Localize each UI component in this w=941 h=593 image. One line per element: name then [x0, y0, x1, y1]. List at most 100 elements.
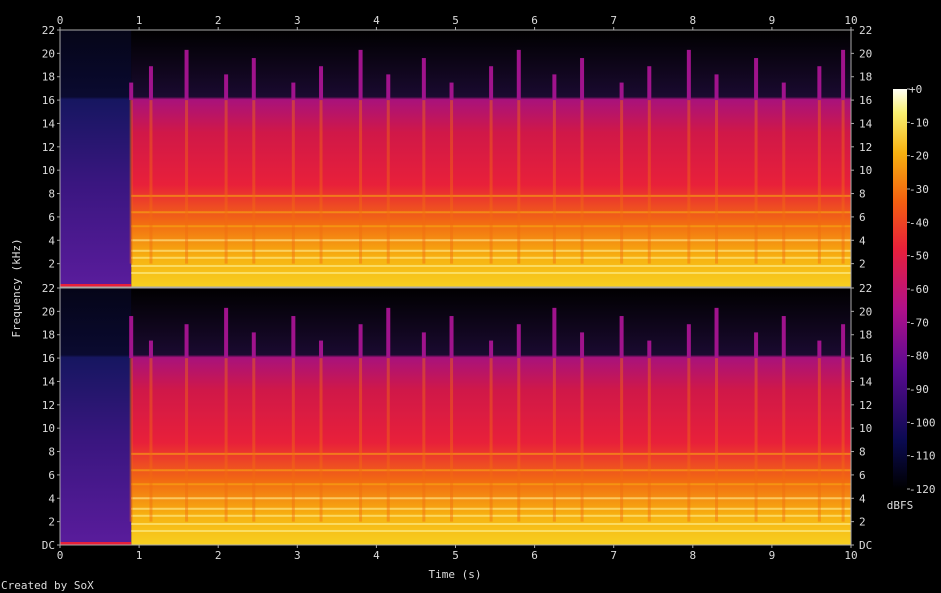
y-tick-label-left: 16	[42, 94, 55, 107]
x-axis-label: Time (s)	[429, 568, 482, 581]
transient-peak	[552, 307, 557, 359]
y-tick-label-left: 10	[42, 422, 55, 435]
transient-line	[422, 100, 426, 264]
transient-peak	[184, 49, 189, 101]
y-tick-label-left: 6	[48, 469, 55, 482]
transient-line	[291, 358, 295, 522]
transient-line	[149, 358, 153, 522]
transient-line	[450, 358, 454, 522]
transient-line	[224, 100, 228, 264]
transient-peak	[516, 49, 521, 101]
transient-line	[291, 100, 295, 264]
transient-peak	[489, 66, 494, 101]
transient-line	[252, 358, 256, 522]
spectrogram-panel-2: DC DC2 24 46 68 810 1012 1214 1416 1618 1820 2022 22	[42, 282, 873, 552]
transient-line	[817, 358, 821, 522]
y-tick-label-right: 8	[859, 446, 866, 459]
colorbar-tick-label: -50	[909, 250, 929, 263]
transient-peak	[714, 307, 719, 359]
y-tick-label-left: 8	[48, 188, 55, 201]
transient-line	[647, 100, 651, 264]
transient-line	[580, 358, 584, 522]
transient-line	[359, 100, 363, 264]
transient-line	[422, 358, 426, 522]
y-tick-label-right: 16	[859, 94, 872, 107]
x-tick-label-bottom: 0	[57, 549, 64, 562]
y-tick-label-right: 10	[859, 164, 872, 177]
y-tick-label-left: 2	[48, 516, 55, 529]
transient-line	[715, 358, 719, 522]
transient-peak	[148, 340, 153, 359]
transient-peak	[754, 332, 759, 359]
transient-peak	[449, 82, 454, 101]
transient-line	[149, 100, 153, 264]
spectrogram-silence	[60, 30, 132, 287]
colorbar-tick-label: -90	[909, 383, 929, 396]
y-tick-label-right: 6	[859, 469, 866, 482]
colorbar-tick-label: -30	[909, 183, 929, 196]
colorbar-tick-label: -60	[909, 283, 929, 296]
y-tick-label-left: 6	[48, 211, 55, 224]
x-tick-label-bottom: 9	[769, 549, 776, 562]
colorbar-label: dBFS	[887, 499, 914, 512]
x-tick-label-bottom: 2	[215, 549, 222, 562]
x-tick-label-top: 5	[452, 14, 459, 27]
transient-line	[552, 358, 556, 522]
x-tick-label-top: 7	[610, 14, 617, 27]
y-tick-label-right: 14	[859, 375, 873, 388]
x-tick-label-top: 1	[136, 14, 143, 27]
transient-line	[715, 100, 719, 264]
transient-peak	[386, 307, 391, 359]
transient-peak	[386, 74, 391, 101]
transient-line	[517, 358, 521, 522]
transient-line	[359, 358, 363, 522]
transient-line	[386, 358, 390, 522]
transient-line	[841, 358, 845, 522]
transient-peak	[251, 58, 256, 101]
colorbar-tick-label: -110	[909, 450, 936, 463]
colorbar-gradient	[893, 89, 907, 489]
y-tick-label-right: 6	[859, 211, 866, 224]
x-tick-label-top: 4	[373, 14, 380, 27]
y-tick-label-right: 16	[859, 352, 872, 365]
transient-line	[620, 358, 624, 522]
transient-peak	[714, 74, 719, 101]
transient-peak	[817, 66, 822, 101]
transient-line	[129, 100, 133, 264]
y-tick-label-right: 14	[859, 117, 873, 130]
transient-line	[580, 100, 584, 264]
transient-peak	[421, 58, 426, 101]
transient-peak	[580, 58, 585, 101]
transient-line	[817, 100, 821, 264]
transient-peak	[319, 340, 324, 359]
harmonic-band	[131, 271, 851, 274]
transient-peak	[580, 332, 585, 359]
x-tick-label-bottom: 7	[610, 549, 617, 562]
transient-line	[782, 358, 786, 522]
harmonic-band	[131, 264, 851, 267]
y-tick-label-left: 20	[42, 47, 55, 60]
transient-peak	[754, 58, 759, 101]
transient-line	[517, 100, 521, 264]
transient-line	[489, 100, 493, 264]
x-tick-label-bottom: 5	[452, 549, 459, 562]
transient-peak	[489, 340, 494, 359]
y-tick-label-left: 12	[42, 141, 55, 154]
transient-line	[252, 100, 256, 264]
y-tick-label-right: 22	[859, 282, 872, 295]
x-tick-label-bottom: 4	[373, 549, 380, 562]
transient-peak	[619, 82, 624, 101]
transient-line	[620, 100, 624, 264]
transient-line	[450, 100, 454, 264]
y-tick-label-left: DC	[42, 539, 55, 552]
transient-line	[319, 100, 323, 264]
transient-peak	[224, 307, 229, 359]
transient-line	[129, 358, 133, 522]
y-tick-label-left: 12	[42, 399, 55, 412]
y-tick-label-left: 8	[48, 446, 55, 459]
transient-peak	[841, 324, 846, 359]
x-tick-label-top: 6	[531, 14, 538, 27]
transient-peak	[291, 82, 296, 101]
colorbar-tick-label: -70	[909, 316, 929, 329]
x-tick-label-bottom: 3	[294, 549, 301, 562]
